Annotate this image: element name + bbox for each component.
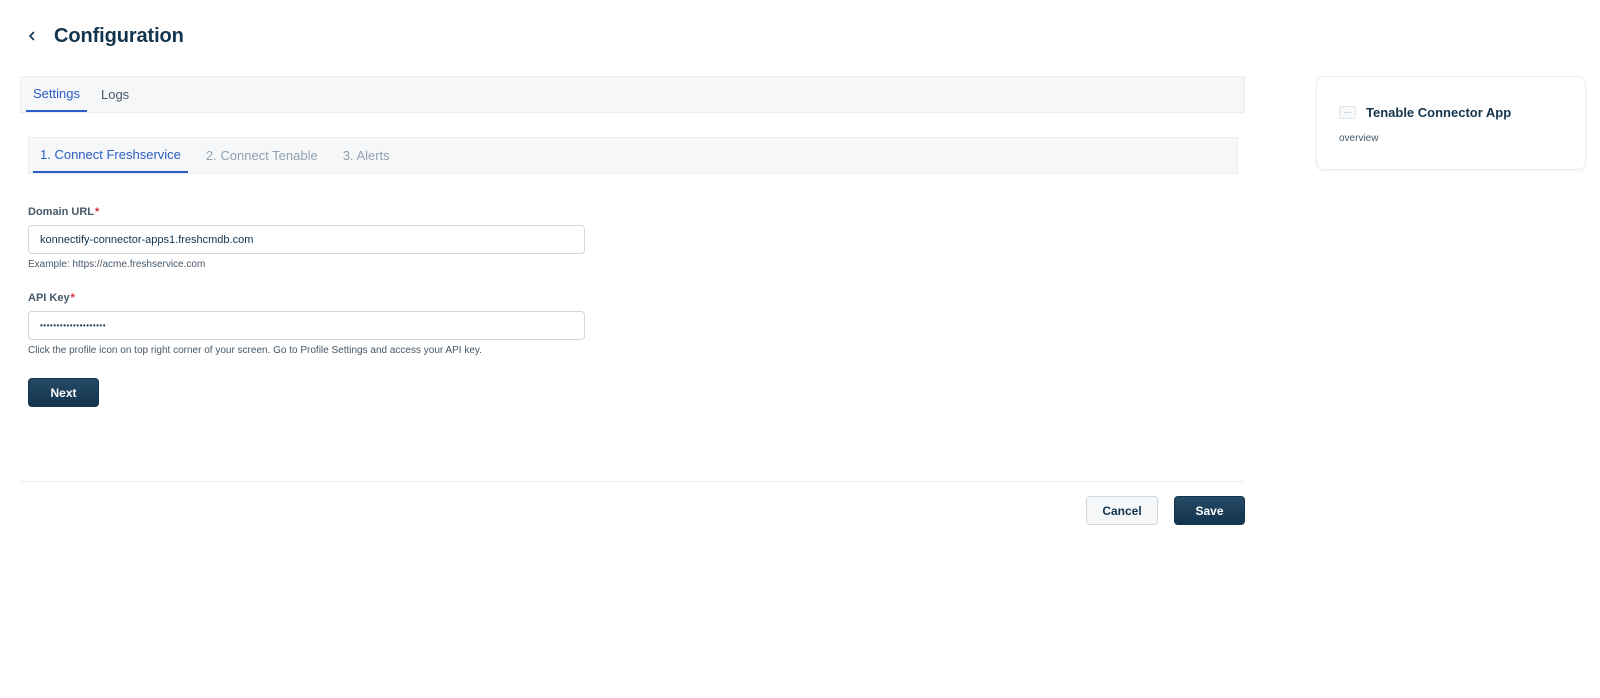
next-button[interactable]: Next [28,378,99,407]
app-name: Tenable Connector App [1366,105,1512,120]
step-connect-tenable[interactable]: 2. Connect Tenable [199,137,325,173]
tab-settings[interactable]: Settings [26,76,87,112]
back-button[interactable] [20,24,44,48]
api-key-label: API Key * [28,292,75,304]
save-button[interactable]: Save [1174,496,1245,525]
step-connect-freshservice[interactable]: 1. Connect Freshservice [33,137,188,173]
app-overview-card: Tenable Connector App overview [1316,76,1586,170]
chevron-left-icon [29,31,35,41]
api-key-hint: Click the profile icon on top right corn… [28,345,482,356]
domain-url-field: Domain URL * konnectify-connector-apps1.f… [28,206,588,270]
connect-form: Domain URL * konnectify-connector-apps1.f… [28,206,588,407]
step-tab-bar: 1. Connect Freshservice 2. Connect Tenab… [28,137,1238,174]
required-marker: * [95,206,100,218]
app-overview-link[interactable]: overview [1339,133,1563,144]
cancel-button[interactable]: Cancel [1086,496,1158,525]
domain-url-label: Domain URL * [28,206,100,218]
configuration-page: Configuration Settings Logs 1. Connect F… [0,0,1600,698]
tab-logs[interactable]: Logs [94,76,136,112]
top-tab-bar: Settings Logs [20,76,1245,113]
page-header: Configuration [20,20,184,52]
required-marker: * [70,292,75,304]
main-panel: Settings Logs 1. Connect Freshservice 2.… [20,76,1245,525]
step-alerts[interactable]: 3. Alerts [336,137,397,173]
domain-url-hint: Example: https://acme.freshservice.com [28,259,206,270]
page-title: Configuration [54,24,184,47]
app-header-row: Tenable Connector App [1339,105,1563,120]
footer-divider [20,481,1245,482]
api-key-field: API Key * •••••••••••••••••••• Click the … [28,292,588,356]
domain-url-input[interactable]: konnectify-connector-apps1.freshcmdb.com [28,225,585,254]
app-logo-icon [1339,106,1356,119]
api-key-input[interactable]: •••••••••••••••••••• [28,311,585,340]
